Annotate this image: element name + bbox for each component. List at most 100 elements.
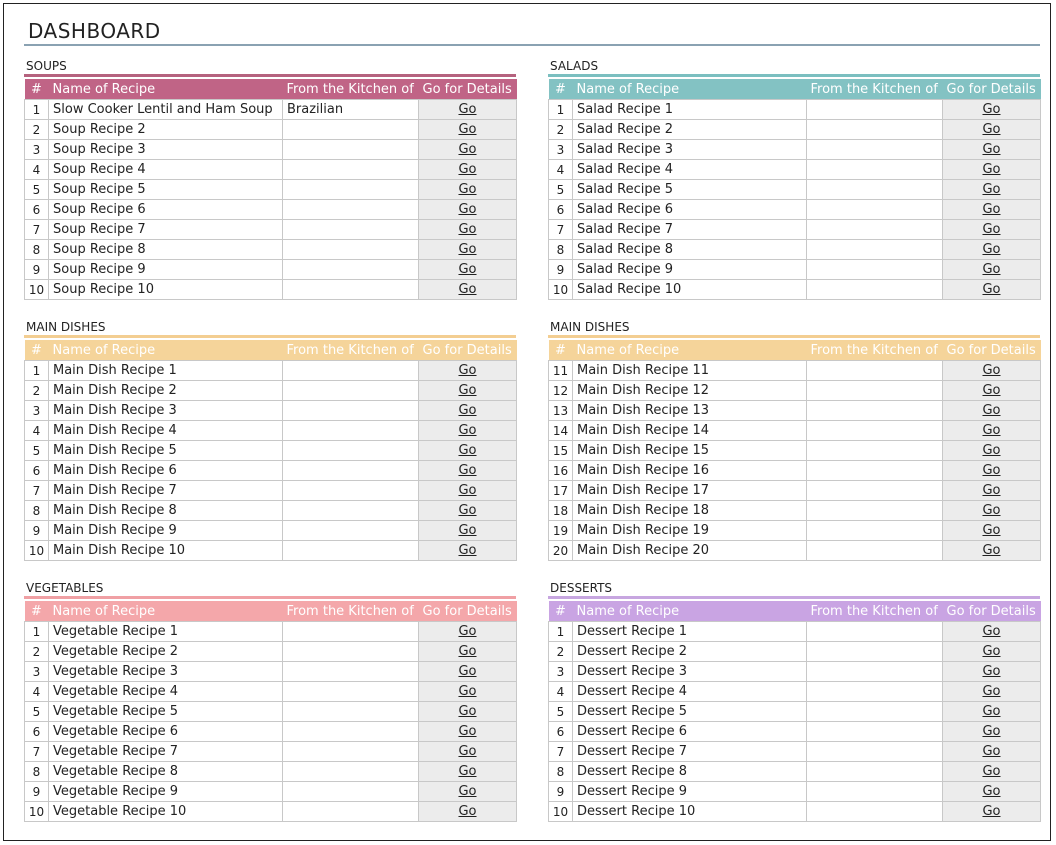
go-link[interactable]: Go (458, 784, 476, 799)
go-link[interactable]: Go (458, 142, 476, 157)
recipe-name-cell[interactable]: Salad Recipe 2 (572, 119, 807, 140)
kitchen-cell[interactable] (806, 721, 943, 742)
recipe-name-cell[interactable]: Soup Recipe 9 (48, 259, 283, 280)
recipe-name-cell[interactable]: Vegetable Recipe 9 (48, 781, 283, 802)
kitchen-cell[interactable] (806, 360, 943, 381)
kitchen-cell[interactable] (282, 781, 419, 802)
go-link[interactable]: Go (982, 724, 1000, 739)
recipe-name-cell[interactable]: Main Dish Recipe 1 (48, 360, 283, 381)
recipe-name-cell[interactable]: Salad Recipe 9 (572, 259, 807, 280)
go-link[interactable]: Go (982, 363, 1000, 378)
kitchen-cell[interactable] (282, 721, 419, 742)
go-link[interactable]: Go (982, 463, 1000, 478)
kitchen-cell[interactable] (282, 400, 419, 421)
kitchen-cell[interactable] (282, 139, 419, 160)
kitchen-cell[interactable] (282, 179, 419, 200)
recipe-name-cell[interactable]: Soup Recipe 6 (48, 199, 283, 220)
kitchen-cell[interactable]: Brazilian (282, 99, 419, 120)
go-link[interactable]: Go (458, 262, 476, 277)
go-link[interactable]: Go (982, 764, 1000, 779)
recipe-name-cell[interactable]: Main Dish Recipe 12 (572, 380, 807, 401)
recipe-name-cell[interactable]: Salad Recipe 7 (572, 219, 807, 240)
go-link[interactable]: Go (982, 664, 1000, 679)
kitchen-cell[interactable] (282, 701, 419, 722)
recipe-name-cell[interactable]: Soup Recipe 2 (48, 119, 283, 140)
go-link[interactable]: Go (458, 463, 476, 478)
go-link[interactable]: Go (982, 443, 1000, 458)
go-link[interactable]: Go (458, 363, 476, 378)
recipe-name-cell[interactable]: Main Dish Recipe 17 (572, 480, 807, 501)
recipe-name-cell[interactable]: Dessert Recipe 3 (572, 661, 807, 682)
recipe-name-cell[interactable]: Dessert Recipe 1 (572, 621, 807, 642)
recipe-name-cell[interactable]: Vegetable Recipe 7 (48, 741, 283, 762)
recipe-name-cell[interactable]: Soup Recipe 8 (48, 239, 283, 260)
kitchen-cell[interactable] (282, 621, 419, 642)
go-link[interactable]: Go (982, 684, 1000, 699)
go-link[interactable]: Go (982, 744, 1000, 759)
recipe-name-cell[interactable]: Main Dish Recipe 20 (572, 540, 807, 561)
kitchen-cell[interactable] (282, 440, 419, 461)
go-link[interactable]: Go (458, 202, 476, 217)
go-link[interactable]: Go (458, 704, 476, 719)
recipe-name-cell[interactable]: Salad Recipe 4 (572, 159, 807, 180)
kitchen-cell[interactable] (806, 400, 943, 421)
kitchen-cell[interactable] (806, 179, 943, 200)
recipe-name-cell[interactable]: Main Dish Recipe 9 (48, 520, 283, 541)
recipe-name-cell[interactable]: Main Dish Recipe 19 (572, 520, 807, 541)
recipe-name-cell[interactable]: Main Dish Recipe 3 (48, 400, 283, 421)
recipe-name-cell[interactable]: Vegetable Recipe 1 (48, 621, 283, 642)
recipe-name-cell[interactable]: Slow Cooker Lentil and Ham Soup (48, 99, 283, 120)
kitchen-cell[interactable] (282, 761, 419, 782)
kitchen-cell[interactable] (806, 741, 943, 762)
recipe-name-cell[interactable]: Main Dish Recipe 8 (48, 500, 283, 521)
kitchen-cell[interactable] (806, 480, 943, 501)
kitchen-cell[interactable] (282, 219, 419, 240)
go-link[interactable]: Go (982, 403, 1000, 418)
kitchen-cell[interactable] (806, 761, 943, 782)
kitchen-cell[interactable] (806, 259, 943, 280)
recipe-name-cell[interactable]: Main Dish Recipe 11 (572, 360, 807, 381)
recipe-name-cell[interactable]: Vegetable Recipe 10 (48, 801, 283, 822)
go-link[interactable]: Go (982, 182, 1000, 197)
go-link[interactable]: Go (458, 664, 476, 679)
recipe-name-cell[interactable]: Main Dish Recipe 13 (572, 400, 807, 421)
recipe-name-cell[interactable]: Soup Recipe 10 (48, 279, 283, 300)
kitchen-cell[interactable] (282, 420, 419, 441)
recipe-name-cell[interactable]: Soup Recipe 3 (48, 139, 283, 160)
go-link[interactable]: Go (458, 122, 476, 137)
kitchen-cell[interactable] (806, 781, 943, 802)
kitchen-cell[interactable] (806, 239, 943, 260)
go-link[interactable]: Go (458, 443, 476, 458)
recipe-name-cell[interactable]: Salad Recipe 5 (572, 179, 807, 200)
kitchen-cell[interactable] (282, 681, 419, 702)
kitchen-cell[interactable] (806, 99, 943, 120)
recipe-name-cell[interactable]: Dessert Recipe 9 (572, 781, 807, 802)
recipe-name-cell[interactable]: Main Dish Recipe 2 (48, 380, 283, 401)
kitchen-cell[interactable] (806, 440, 943, 461)
go-link[interactable]: Go (982, 122, 1000, 137)
go-link[interactable]: Go (458, 162, 476, 177)
kitchen-cell[interactable] (282, 741, 419, 762)
kitchen-cell[interactable] (806, 681, 943, 702)
recipe-name-cell[interactable]: Vegetable Recipe 5 (48, 701, 283, 722)
kitchen-cell[interactable] (282, 119, 419, 140)
kitchen-cell[interactable] (282, 380, 419, 401)
kitchen-cell[interactable] (282, 460, 419, 481)
go-link[interactable]: Go (982, 804, 1000, 819)
go-link[interactable]: Go (458, 644, 476, 659)
go-link[interactable]: Go (982, 543, 1000, 558)
go-link[interactable]: Go (982, 423, 1000, 438)
kitchen-cell[interactable] (806, 701, 943, 722)
kitchen-cell[interactable] (282, 500, 419, 521)
recipe-name-cell[interactable]: Main Dish Recipe 16 (572, 460, 807, 481)
go-link[interactable]: Go (982, 483, 1000, 498)
kitchen-cell[interactable] (806, 641, 943, 662)
go-link[interactable]: Go (458, 724, 476, 739)
recipe-name-cell[interactable]: Main Dish Recipe 4 (48, 420, 283, 441)
recipe-name-cell[interactable]: Soup Recipe 7 (48, 219, 283, 240)
go-link[interactable]: Go (982, 383, 1000, 398)
go-link[interactable]: Go (982, 162, 1000, 177)
recipe-name-cell[interactable]: Main Dish Recipe 7 (48, 480, 283, 501)
recipe-name-cell[interactable]: Main Dish Recipe 15 (572, 440, 807, 461)
recipe-name-cell[interactable]: Dessert Recipe 8 (572, 761, 807, 782)
